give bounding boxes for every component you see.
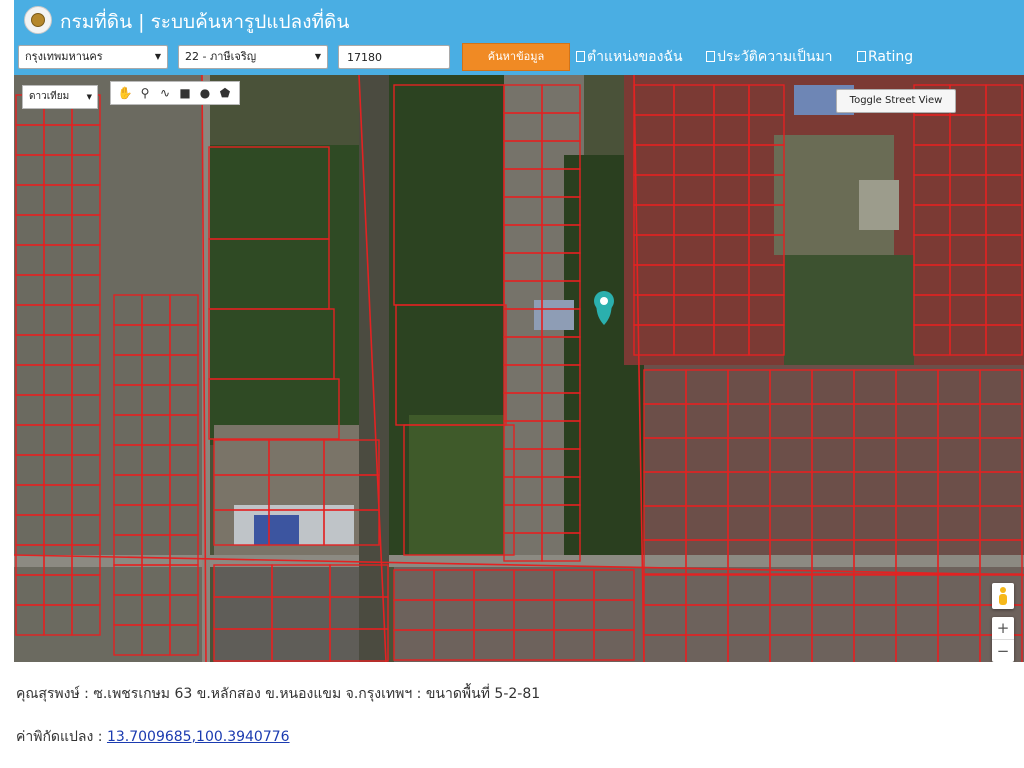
toggle-street-view-button[interactable]: Toggle Street View [836, 89, 956, 113]
rating-label: Rating [868, 49, 914, 65]
province-select[interactable]: กรุงเทพมหานคร ▼ [18, 45, 168, 69]
department-logo-icon [24, 6, 52, 34]
satellite-map[interactable]: ดาวเทียม ▼ ✋ ⚲ ∿ ■ ● ⬟ Toggle Street Vie… [14, 75, 1024, 662]
district-select-value: 22 - ภาษีเจริญ [185, 50, 257, 63]
rating-checkbox[interactable]: Rating [857, 48, 913, 66]
parcel-coordinates-row: ค่าพิกัดแปลง : 13.7009685,100.3940776 [16, 727, 290, 747]
app-header: กรมที่ดิน | ระบบค้นหารูปแปลงที่ดิน กรุงเ… [14, 0, 1024, 75]
polyline-icon[interactable]: ∿ [155, 83, 175, 103]
my-location-checkbox[interactable]: ตำแหน่งของฉัน [576, 48, 683, 66]
marker-icon[interactable]: ⚲ [135, 83, 155, 103]
parcel-number-input[interactable] [338, 45, 450, 69]
district-select[interactable]: 22 - ภาษีเจริญ ▼ [178, 45, 328, 69]
dropdown-arrow-icon: ▼ [154, 52, 161, 61]
coordinates-link[interactable]: 13.7009685,100.3940776 [107, 729, 290, 745]
checkbox-icon [706, 51, 715, 62]
zoom-out-button[interactable]: − [992, 640, 1014, 662]
drawing-toolbar: ✋ ⚲ ∿ ■ ● ⬟ [110, 81, 240, 105]
province-select-value: กรุงเทพมหานคร [25, 50, 103, 63]
coordinates-label: ค่าพิกัดแปลง : [16, 729, 107, 745]
map-type-select[interactable]: ดาวเทียม ▼ [22, 85, 98, 109]
search-button[interactable]: ค้นหาข้อมูล [462, 43, 570, 71]
parcel-map-canvas[interactable] [14, 75, 1024, 662]
checkbox-icon [857, 51, 866, 62]
zoom-control: + − [992, 617, 1014, 662]
history-label: ประวัติความเป็นมา [717, 49, 833, 65]
pegman-icon[interactable] [992, 583, 1014, 609]
history-checkbox[interactable]: ประวัติความเป็นมา [706, 48, 833, 66]
dropdown-arrow-icon: ▼ [86, 93, 92, 101]
checkbox-icon [576, 51, 585, 62]
rectangle-icon[interactable]: ■ [175, 83, 195, 103]
polygon-icon[interactable]: ⬟ [215, 83, 235, 103]
map-type-value: ดาวเทียม [29, 91, 70, 102]
hand-icon[interactable]: ✋ [115, 83, 135, 103]
zoom-in-button[interactable]: + [992, 617, 1014, 640]
dropdown-arrow-icon: ▼ [314, 52, 321, 61]
page-title: กรมที่ดิน | ระบบค้นหารูปแปลงที่ดิน [60, 11, 350, 33]
parcel-description: คุณสุรพงษ์ : ซ.เพชรเกษม 63 ข.หลักสอง ข.ห… [16, 686, 541, 702]
my-location-label: ตำแหน่งของฉัน [587, 49, 683, 65]
circle-icon[interactable]: ● [195, 83, 215, 103]
